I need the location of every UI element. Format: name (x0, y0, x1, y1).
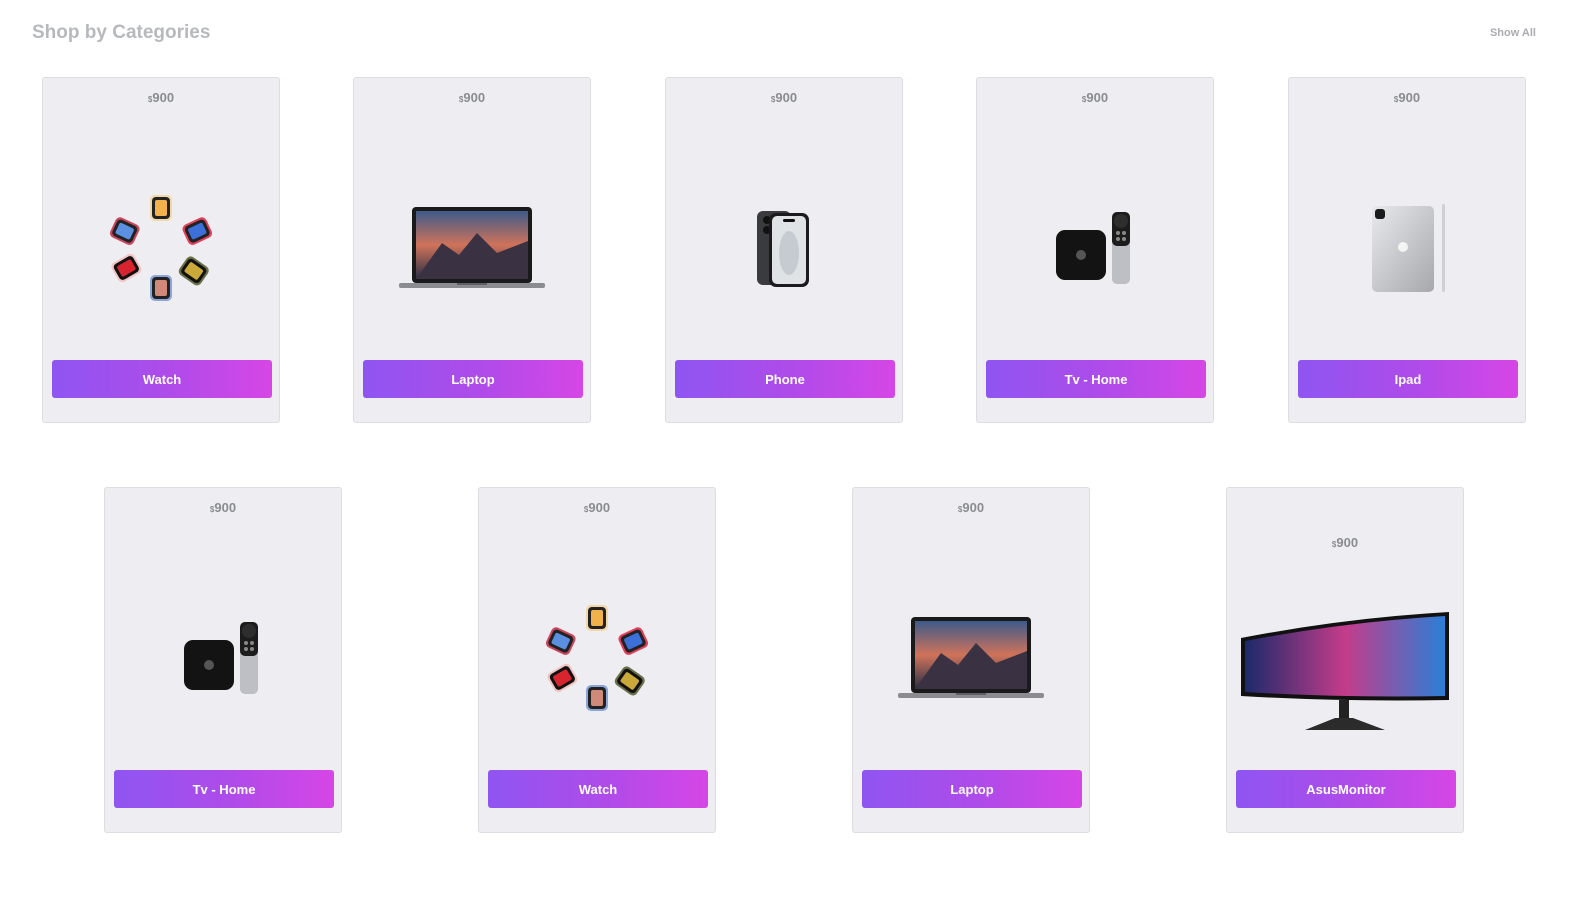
card-price: $900 (1081, 90, 1109, 105)
ipad-icon (1289, 148, 1525, 348)
category-button-watch[interactable]: Watch (52, 360, 272, 398)
category-card-watch[interactable]: $900 Watch (478, 487, 716, 833)
category-button-asusmonitor[interactable]: AsusMonitor (1236, 770, 1456, 808)
card-price: $900 (583, 500, 611, 515)
category-button-tv-home[interactable]: Tv - Home (114, 770, 334, 808)
laptop-icon (853, 558, 1089, 758)
category-button-laptop[interactable]: Laptop (363, 360, 583, 398)
watch-icon (43, 148, 279, 348)
card-price: $900 (147, 90, 175, 105)
category-button-laptop[interactable]: Laptop (862, 770, 1082, 808)
category-card-watch[interactable]: $900 Watch (42, 77, 280, 423)
card-price: $900 (1331, 535, 1359, 550)
show-all-link[interactable]: Show All (1490, 27, 1536, 39)
card-price: $900 (957, 500, 985, 515)
category-button-watch[interactable]: Watch (488, 770, 708, 808)
section-title: Shop by Categories (32, 22, 211, 43)
category-button-ipad[interactable]: Ipad (1298, 360, 1518, 398)
category-button-tv-home[interactable]: Tv - Home (986, 360, 1206, 398)
category-card-ipad[interactable]: $900 Ipad (1288, 77, 1526, 423)
watch-icon (479, 558, 715, 758)
laptop-icon (354, 148, 590, 348)
tv-home-icon (105, 558, 341, 758)
tv-home-icon (977, 148, 1213, 348)
category-card-laptop[interactable]: $900 Laptop (852, 487, 1090, 833)
card-price: $900 (209, 500, 237, 515)
category-card-tv-home[interactable]: $900 Tv - Home (104, 487, 342, 833)
category-button-phone[interactable]: Phone (675, 360, 895, 398)
card-price: $900 (458, 90, 486, 105)
card-price: $900 (770, 90, 798, 105)
category-card-phone[interactable]: $900 Phone (665, 77, 903, 423)
monitor-icon (1227, 588, 1463, 758)
category-card-tv-home[interactable]: $900 Tv - Home (976, 77, 1214, 423)
phone-icon (666, 148, 902, 348)
card-price: $900 (1393, 90, 1421, 105)
category-card-laptop[interactable]: $900 Laptop (353, 77, 591, 423)
category-card-asusmonitor[interactable]: $900 AsusMonitor (1226, 487, 1464, 833)
